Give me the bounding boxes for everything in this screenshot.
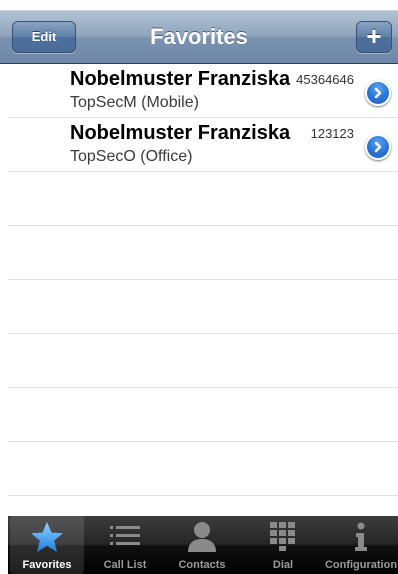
contact-number: 123123: [310, 126, 354, 141]
detail-disclosure-icon[interactable]: [365, 134, 391, 160]
empty-row: [8, 172, 398, 226]
tab-bar: Favorites Call List Contacts Dial Config…: [8, 516, 398, 574]
info-icon: [351, 521, 371, 558]
navigation-bar: Favorites Edit +: [0, 10, 398, 64]
tab-label: Dial: [272, 559, 294, 571]
list-icon: [108, 521, 142, 556]
contact-name: Nobelmuster Franziska: [70, 68, 291, 90]
empty-row: [8, 388, 398, 442]
tab-label: Contacts: [178, 559, 226, 571]
add-button[interactable]: +: [356, 21, 392, 53]
tab-contacts[interactable]: Contacts: [165, 516, 239, 574]
tab-dial[interactable]: Dial: [246, 516, 320, 574]
contact-subtitle: TopSecM (Mobile): [70, 94, 199, 111]
contact-name: Nobelmuster Franziska: [70, 122, 291, 144]
tab-label: Configuration: [324, 559, 398, 571]
empty-row: [8, 226, 398, 280]
empty-row: [8, 334, 398, 388]
edit-button[interactable]: Edit: [12, 21, 76, 53]
tab-configuration[interactable]: Configuration: [323, 516, 398, 574]
person-icon: [185, 521, 219, 558]
tab-call-list[interactable]: Call List: [88, 516, 162, 574]
tab-label: Favorites: [22, 559, 72, 571]
empty-row: [8, 442, 398, 496]
favorite-row[interactable]: Nobelmuster Franziska TopSecM (Mobile) 4…: [8, 64, 398, 118]
detail-disclosure-icon[interactable]: [365, 80, 391, 106]
favorites-list: Nobelmuster Franziska TopSecM (Mobile) 4…: [0, 64, 398, 496]
tab-favorites[interactable]: Favorites: [10, 516, 84, 574]
star-icon: [30, 521, 64, 558]
empty-row: [8, 280, 398, 334]
favorite-row[interactable]: Nobelmuster Franziska TopSecO (Office) 1…: [8, 118, 398, 172]
contact-number: 45364646: [296, 72, 354, 87]
contact-subtitle: TopSecO (Office): [70, 148, 193, 165]
tab-label: Call List: [103, 559, 147, 571]
keypad-icon: [269, 521, 297, 556]
